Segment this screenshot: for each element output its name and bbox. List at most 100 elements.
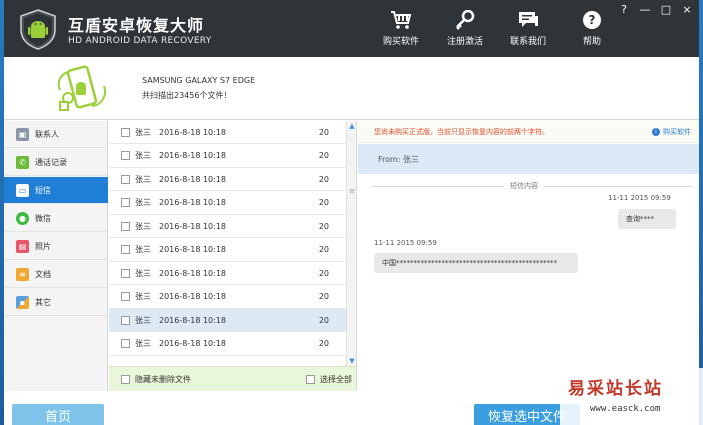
sidebar-item-other[interactable]: ▪ 其它 [4, 289, 108, 316]
wechat-icon: ● [16, 211, 29, 225]
category-sidebar: ▣ 联系人 ✆ 通话记录 ▭ 短信 ● 微信 ▤ 照片 ≡ 文档 ▪ 其它 [4, 121, 108, 391]
select-all-label: 选择全部 [320, 374, 352, 384]
row-checkbox[interactable] [121, 221, 130, 231]
table-row[interactable]: 张三 2016-8-18 10:18 20 [109, 192, 347, 215]
sidebar-item-label: 其它 [35, 297, 51, 307]
select-all-checkbox[interactable] [306, 374, 315, 384]
table-row[interactable]: 张三 2016-8-18 10:18 20 [109, 239, 347, 262]
device-info-bar: SAMSUNG GALAXY S7 EDGE 共扫描出23456个文件！ [4, 57, 699, 120]
sidebar-item-wechat[interactable]: ● 微信 [4, 205, 108, 232]
row-checkbox[interactable] [121, 151, 130, 160]
row-date: 2016-8-18 10:18 [159, 268, 226, 278]
app-title: 互盾安卓恢复大师 [68, 16, 205, 35]
message-text: 查询**** [626, 215, 654, 223]
help-button[interactable]: ? 帮助 [562, 10, 622, 47]
row-date: 2016-8-18 10:18 [159, 151, 226, 160]
chat-icon [519, 12, 538, 27]
minimize-icon[interactable]: — [639, 4, 651, 16]
scroll-down-icon[interactable]: ▼ [348, 357, 356, 365]
row-count: 20 [318, 245, 329, 254]
row-count: 20 [318, 198, 329, 207]
photo-icon: ▤ [16, 239, 29, 253]
list-footer: 隐藏未删除文件 选择全部 [109, 366, 356, 391]
row-date: 2016-8-18 10:18 [159, 339, 226, 348]
row-name: 张三 [135, 174, 151, 184]
row-count: 20 [318, 268, 329, 278]
row-name: 张三 [135, 268, 151, 278]
table-row[interactable]: 张三 2016-8-18 10:18 20 [109, 286, 347, 309]
row-date: 2016-8-18 10:18 [159, 315, 226, 325]
table-row[interactable]: 张三 2016-8-18 10:18 20 [109, 215, 347, 238]
row-checkbox[interactable] [121, 292, 130, 301]
table-row[interactable]: 张三 2016-8-18 10:18 20 [109, 168, 347, 191]
buy-software-label: 购买软件 [382, 37, 419, 47]
home-button[interactable]: 首页 [12, 404, 104, 425]
from-header: From: 张三 [358, 144, 699, 174]
table-row[interactable]: 张三 2016-8-18 10:18 20 [109, 309, 347, 332]
scroll-thumb[interactable]: ≡ [349, 181, 355, 201]
buy-software-link-text: 购买软件 [663, 128, 691, 136]
window-help-icon[interactable]: ? [618, 4, 630, 16]
help-icon: ? [583, 11, 601, 29]
message-time: 11-11 2015 09:59 [374, 239, 437, 247]
row-count: 20 [318, 174, 329, 184]
row-name: 张三 [135, 292, 151, 301]
sidebar-item-label: 短信 [35, 185, 51, 195]
row-date: 2016-8-18 10:18 [159, 174, 226, 184]
row-checkbox[interactable] [121, 245, 130, 254]
row-count: 20 [318, 221, 329, 231]
sidebar-item-label: 照片 [35, 241, 51, 251]
row-name: 张三 [135, 221, 151, 231]
contacts-icon: ▣ [16, 127, 29, 141]
svg-text:?: ? [589, 13, 596, 27]
row-date: 2016-8-18 10:18 [159, 198, 226, 207]
row-checkbox[interactable] [121, 198, 130, 207]
app-subtitle: HD ANDROID DATA RECOVERY [68, 36, 212, 46]
hide-undeleted-checkbox[interactable] [121, 374, 130, 384]
other-icon: ▪ [16, 295, 29, 309]
row-checkbox[interactable] [121, 174, 130, 184]
register-activate-label: 注册激活 [446, 37, 483, 47]
sidebar-item-contacts[interactable]: ▣ 联系人 [4, 121, 108, 148]
row-count: 20 [318, 339, 329, 348]
table-row[interactable]: 张三 2016-8-18 10:18 20 [109, 145, 347, 168]
sidebar-item-sms[interactable]: ▭ 短信 [4, 177, 108, 204]
close-icon[interactable]: × [681, 4, 693, 16]
app-window: 互盾安卓恢复大师 HD ANDROID DATA RECOVERY 购买软件 注… [4, 0, 699, 425]
hide-undeleted-label: 隐藏未删除文件 [135, 374, 191, 384]
row-name: 张三 [135, 315, 151, 325]
table-row[interactable]: 张三 2016-8-18 10:18 20 [109, 121, 347, 144]
sidebar-item-documents[interactable]: ≡ 文档 [4, 261, 108, 288]
buy-software-button[interactable]: 购买软件 [371, 10, 431, 47]
window-controls: ? — □ × [618, 4, 693, 16]
info-icon: i [652, 128, 660, 136]
row-checkbox[interactable] [121, 268, 130, 278]
table-row[interactable]: 张三 2016-8-18 10:18 20 [109, 262, 347, 285]
maximize-icon[interactable]: □ [660, 4, 672, 16]
row-checkbox[interactable] [121, 315, 130, 325]
sidebar-item-call-log[interactable]: ✆ 通话记录 [4, 149, 108, 176]
document-icon: ≡ [16, 267, 29, 281]
row-name: 张三 [135, 339, 151, 348]
phone-icon: ✆ [16, 155, 29, 169]
sidebar-item-photos[interactable]: ▤ 照片 [4, 233, 108, 260]
message-bubble-outgoing: 查询**** [618, 209, 676, 229]
watermark: 易采站长站 www.easck.com [560, 368, 703, 425]
contact-us-button[interactable]: 联系我们 [498, 10, 558, 47]
buy-software-link[interactable]: i 购买软件 [652, 127, 691, 137]
from-text: From: 张三 [378, 154, 420, 164]
register-activate-button[interactable]: 注册激活 [435, 10, 495, 47]
list-scrollbar[interactable]: ▲ ≡ ▼ [346, 121, 356, 366]
table-row[interactable]: 张三 2016-8-18 10:18 20 [109, 333, 347, 356]
row-checkbox[interactable] [121, 127, 130, 137]
message-bubble-incoming: 中国**************************************… [374, 253, 578, 273]
sidebar-item-label: 联系人 [35, 129, 59, 139]
watermark-url: www.easck.com [590, 404, 661, 414]
row-checkbox[interactable] [121, 339, 130, 348]
row-date: 2016-8-18 10:18 [159, 221, 226, 231]
row-name: 张三 [135, 151, 151, 160]
scan-count: 共扫描出23456个文件！ [142, 91, 232, 100]
sidebar-item-label: 通话记录 [35, 157, 67, 167]
key-icon [456, 10, 475, 30]
scroll-up-icon[interactable]: ▲ [348, 122, 356, 130]
